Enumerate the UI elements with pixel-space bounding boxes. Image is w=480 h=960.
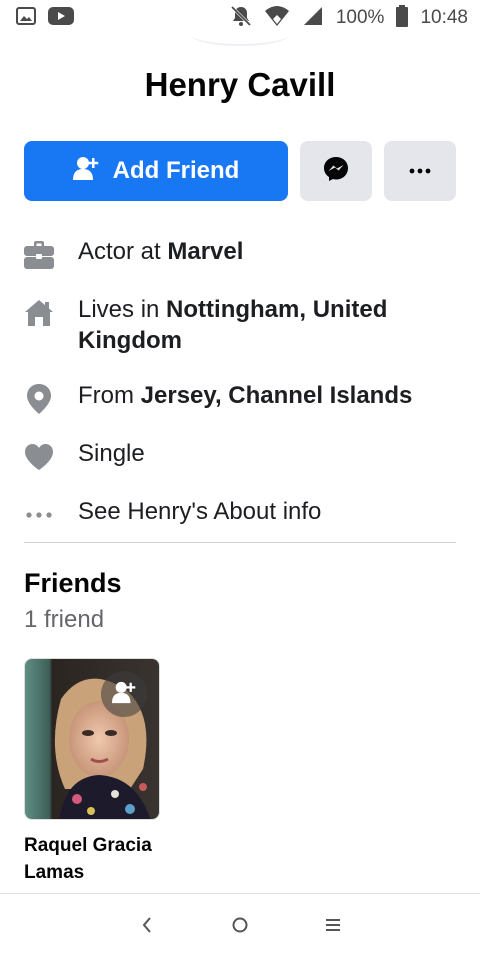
add-friend-label: Add Friend bbox=[112, 157, 240, 184]
friend-photo[interactable] bbox=[24, 658, 160, 820]
friends-count: 1 friend bbox=[24, 606, 105, 633]
hometown-link[interactable]: Jersey, Channel Islands bbox=[141, 382, 413, 409]
relationship-text: Single bbox=[78, 440, 145, 467]
menu-lines-icon bbox=[325, 917, 341, 938]
messenger-icon bbox=[322, 155, 350, 188]
more-icon bbox=[408, 162, 432, 180]
info-about[interactable]: See Henry's About info bbox=[24, 496, 456, 530]
info-lives-text: Lives in Nottingham, United Kingdom bbox=[78, 294, 456, 356]
intro-list: Actor at Marvel Lives in Nottingham, Uni… bbox=[24, 236, 456, 554]
back-icon bbox=[140, 916, 154, 939]
friends-title[interactable]: Friends bbox=[24, 568, 122, 599]
info-relationship: Single bbox=[24, 438, 456, 472]
gallery-icon bbox=[16, 6, 36, 30]
add-friend-button[interactable]: Add Friend bbox=[24, 141, 288, 201]
info-from-text: From Jersey, Channel Islands bbox=[78, 380, 412, 411]
info-work: Actor at Marvel bbox=[24, 236, 456, 270]
location-pin-icon bbox=[24, 384, 54, 414]
signal-icon bbox=[302, 5, 324, 32]
employer-link[interactable]: Marvel bbox=[167, 238, 243, 265]
profile-photo-edge bbox=[190, 22, 290, 46]
battery-icon bbox=[396, 4, 409, 32]
message-button[interactable] bbox=[300, 141, 372, 201]
see-about-info-link[interactable]: See Henry's About info bbox=[78, 496, 321, 527]
heart-icon bbox=[24, 442, 54, 472]
add-person-icon bbox=[112, 680, 136, 709]
youtube-icon bbox=[48, 6, 74, 31]
info-from: From Jersey, Channel Islands bbox=[24, 380, 456, 414]
info-lives-prefix: Lives in bbox=[78, 296, 167, 323]
home-circle-icon bbox=[231, 916, 249, 939]
profile-actions: Add Friend bbox=[24, 141, 456, 201]
recents-button[interactable] bbox=[313, 907, 353, 947]
info-lives: Lives in Nottingham, United Kingdom bbox=[24, 294, 456, 356]
system-nav-bar bbox=[0, 893, 480, 960]
section-divider bbox=[24, 542, 456, 543]
battery-text: 100% bbox=[335, 7, 385, 28]
info-work-text: Actor at Marvel bbox=[78, 236, 243, 267]
more-button[interactable] bbox=[384, 141, 456, 201]
info-work-prefix: Actor at bbox=[78, 238, 168, 265]
status-left bbox=[16, 6, 74, 31]
friend-name[interactable]: Raquel Gracia Lamas bbox=[24, 832, 160, 886]
profile-name: Henry Cavill bbox=[144, 66, 336, 103]
back-button[interactable] bbox=[127, 907, 167, 947]
briefcase-icon bbox=[24, 240, 54, 270]
home-icon bbox=[24, 298, 54, 328]
info-from-prefix: From bbox=[78, 382, 141, 409]
more-dots-icon bbox=[24, 500, 54, 530]
home-button[interactable] bbox=[220, 907, 260, 947]
friend-card[interactable]: Raquel Gracia Lamas bbox=[24, 658, 160, 886]
clock: 10:48 bbox=[420, 7, 468, 28]
add-friend-badge[interactable] bbox=[101, 671, 147, 717]
add-friend-icon bbox=[72, 155, 99, 188]
